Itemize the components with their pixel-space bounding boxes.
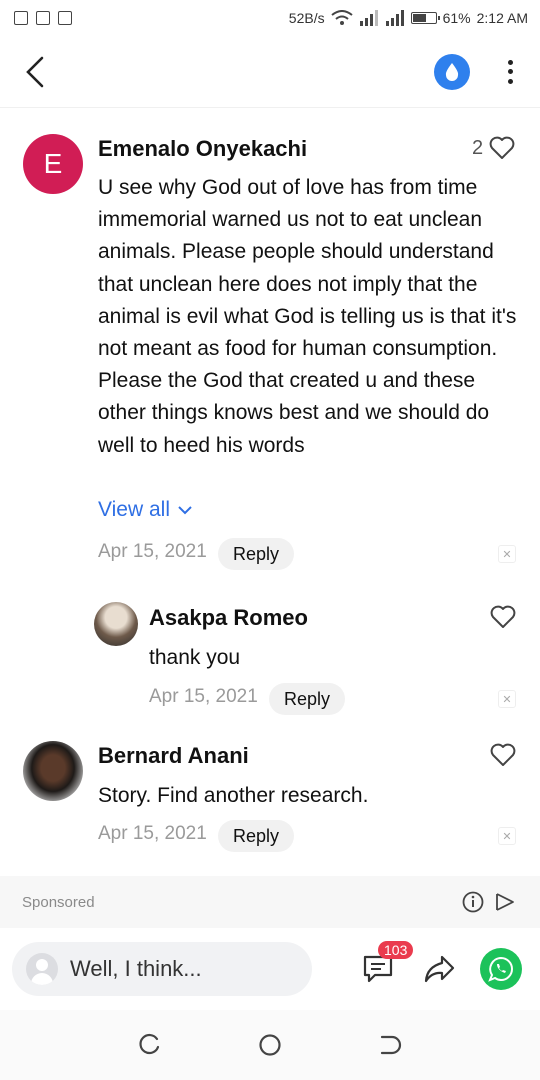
whatsapp-icon — [488, 956, 513, 982]
recent-apps-icon[interactable] — [138, 1033, 162, 1057]
share-icon[interactable] — [422, 953, 456, 985]
close-icon[interactable]: ✕ — [498, 545, 516, 563]
comment-author[interactable]: Asakpa Romeo — [149, 605, 308, 631]
download-icon — [58, 11, 72, 25]
ad-choices — [462, 891, 516, 913]
app-bar — [0, 36, 540, 108]
user-avatar-icon — [26, 953, 58, 985]
more-options-icon[interactable] — [498, 57, 522, 87]
heart-icon — [490, 743, 516, 766]
like-button[interactable] — [490, 743, 516, 767]
like-count: 2 — [472, 136, 484, 159]
home-icon[interactable] — [258, 1033, 282, 1057]
comment-input-placeholder: Well, I think... — [70, 956, 202, 981]
like-button[interactable] — [490, 605, 516, 629]
heart-icon — [490, 605, 516, 628]
reply-button[interactable]: Reply — [218, 820, 295, 852]
comment-input[interactable]: Well, I think... — [12, 942, 312, 996]
comment-text: Story. Find another research. — [98, 784, 369, 807]
water-drop-icon — [445, 62, 459, 81]
clock: 2:12 AM — [476, 10, 528, 26]
view-all-link[interactable]: View all — [98, 498, 192, 522]
comment-date: Apr 15, 2021 — [149, 686, 258, 707]
comment-author[interactable]: Bernard Anani — [98, 743, 249, 769]
close-icon[interactable]: ✕ — [498, 690, 516, 708]
comment-date: Apr 15, 2021 — [98, 541, 207, 562]
battery-icon — [410, 12, 440, 24]
like-button[interactable]: 2 — [472, 136, 515, 160]
avatar[interactable]: E — [23, 134, 83, 194]
chevron-down-icon — [178, 506, 192, 515]
signal-icon — [359, 10, 378, 26]
status-icons-left — [14, 11, 72, 25]
theme-toggle-button[interactable] — [434, 53, 470, 90]
sponsored-bar: Sponsored — [0, 876, 540, 928]
comment-text: thank you — [149, 646, 241, 669]
reply-button[interactable]: Reply — [218, 538, 295, 570]
wifi-icon — [330, 10, 353, 25]
status-bar: 52B/s 61% 2:12 AM — [0, 0, 540, 36]
ad-choices-icon[interactable] — [494, 891, 516, 913]
comment-author[interactable]: Emenalo Onyekachi — [98, 136, 307, 162]
comment-date: Apr 15, 2021 — [98, 823, 207, 844]
signal-icon-2 — [385, 10, 404, 26]
sponsored-label: Sponsored — [22, 893, 95, 911]
avatar[interactable] — [94, 602, 138, 646]
comments-button[interactable]: 103 — [358, 941, 414, 989]
bar-actions: 103 — [358, 941, 522, 990]
back-arrow-icon[interactable] — [22, 56, 46, 88]
battery-saver-icon — [36, 11, 50, 25]
back-icon[interactable] — [378, 1033, 402, 1057]
screenshot-icon — [14, 11, 28, 25]
status-icons-right: 52B/s 61% 2:12 AM — [289, 10, 528, 26]
comment-text: U see why God out of love has from time … — [98, 176, 517, 457]
reply-button[interactable]: Reply — [269, 683, 346, 715]
heart-icon — [489, 136, 515, 159]
whatsapp-share-button[interactable] — [480, 948, 522, 990]
comment-count-badge: 103 — [378, 941, 414, 959]
system-nav-bar — [0, 1010, 540, 1080]
battery-percent: 61% — [442, 10, 471, 26]
avatar[interactable] — [23, 741, 83, 801]
network-speed: 52B/s — [288, 10, 325, 26]
comment-input-bar: Well, I think... 103 — [0, 928, 540, 1010]
info-icon[interactable] — [462, 891, 484, 913]
close-icon[interactable]: ✕ — [498, 827, 516, 845]
app-bar-actions — [434, 53, 522, 90]
